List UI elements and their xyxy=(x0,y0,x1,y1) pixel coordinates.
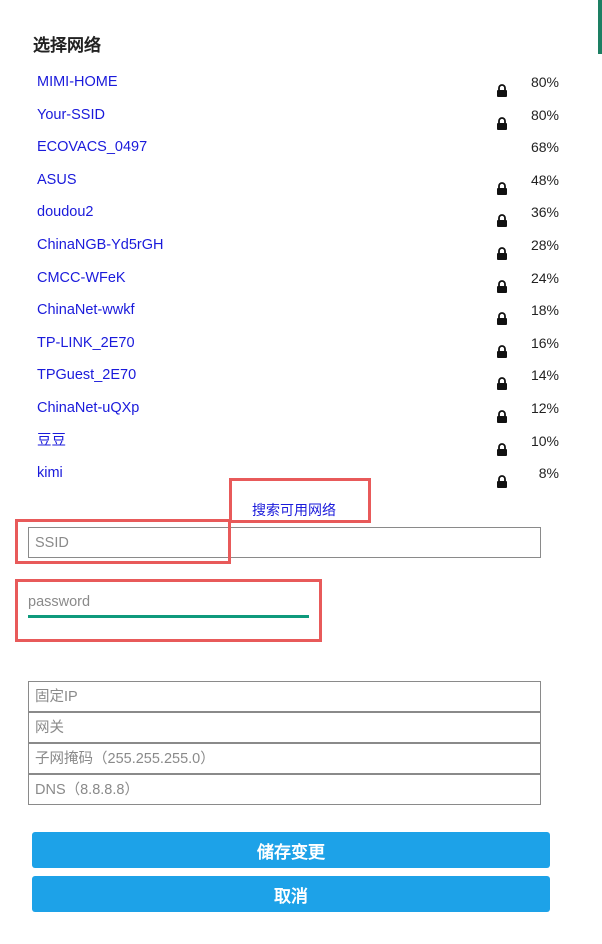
network-ssid-link[interactable]: TPGuest_2E70 xyxy=(37,359,136,392)
scan-networks-link[interactable]: 搜索可用网络 xyxy=(252,500,336,520)
network-ssid-link[interactable]: Your-SSID xyxy=(37,99,105,132)
network-item[interactable]: CMCC-WFeK 24% xyxy=(37,262,559,295)
network-ssid-link[interactable]: ASUS xyxy=(37,164,77,197)
gateway-input[interactable] xyxy=(28,712,541,743)
cancel-button[interactable]: 取消 xyxy=(32,876,550,912)
network-ssid-link[interactable]: MIMI-HOME xyxy=(37,66,118,99)
network-item[interactable]: ECOVACS_0497 68% xyxy=(37,131,559,164)
page-title: 选择网络 xyxy=(33,36,101,55)
signal-strength: 36% xyxy=(530,204,559,221)
lock-icon xyxy=(496,175,508,195)
scroll-indicator xyxy=(598,0,602,54)
network-item[interactable]: TPGuest_2E70 14% xyxy=(37,359,559,392)
network-ssid-link[interactable]: ChinaNGB-Yd5rGH xyxy=(37,229,164,262)
network-ssid-link[interactable]: TP-LINK_2E70 xyxy=(37,327,135,360)
signal-strength: 16% xyxy=(530,334,559,351)
network-item[interactable]: ChinaNet-wwkf 18% xyxy=(37,294,559,327)
network-ssid-link[interactable]: CMCC-WFeK xyxy=(37,262,126,295)
network-ssid-link[interactable]: ChinaNet-wwkf xyxy=(37,294,135,327)
lock-icon xyxy=(496,305,508,326)
network-item[interactable]: TP-LINK_2E70 16% xyxy=(37,327,559,360)
network-item[interactable]: doudou2 36% xyxy=(37,196,559,229)
lock-icon xyxy=(496,436,508,456)
signal-strength: 12% xyxy=(530,399,559,416)
signal-strength: 18% xyxy=(530,302,559,319)
signal-strength: 10% xyxy=(530,432,559,449)
highlight-box-password xyxy=(15,579,322,642)
lock-icon xyxy=(496,207,508,228)
lock-icon xyxy=(496,338,508,358)
highlight-box-ssid xyxy=(15,519,231,564)
signal-strength: 80% xyxy=(530,74,559,90)
network-ssid-link[interactable]: ChinaNet-uQXp xyxy=(37,392,139,425)
signal-strength: 24% xyxy=(530,269,559,286)
subnet-mask-input[interactable] xyxy=(28,743,541,774)
lock-icon xyxy=(496,110,508,130)
save-button[interactable]: 储存变更 xyxy=(32,832,550,868)
signal-strength: 80% xyxy=(530,106,559,123)
wifi-config-page: 选择网络 MIMI-HOME 80% Your-SSID 80% ECOVACS_049… xyxy=(0,0,602,944)
network-list: MIMI-HOME 80% Your-SSID 80% ECOVACS_0497 68% A… xyxy=(37,66,559,490)
network-ssid-link[interactable]: doudou2 xyxy=(37,196,93,229)
network-item[interactable]: ChinaNet-uQXp 12% xyxy=(37,392,559,425)
network-ssid-link[interactable]: kimi xyxy=(37,457,63,490)
lock-icon xyxy=(496,403,508,423)
signal-strength: 28% xyxy=(530,236,559,253)
lock-icon xyxy=(496,468,508,489)
network-ssid-link[interactable]: ECOVACS_0497 xyxy=(37,131,147,164)
network-ssid-link[interactable]: 豆豆 xyxy=(37,425,66,458)
lock-icon xyxy=(496,370,508,391)
signal-strength: 68% xyxy=(530,139,559,156)
signal-strength: 8% xyxy=(538,465,559,482)
lock-icon xyxy=(496,240,508,260)
network-item[interactable]: ChinaNGB-Yd5rGH 28% xyxy=(37,229,559,262)
signal-strength: 48% xyxy=(530,171,559,188)
signal-strength: 14% xyxy=(530,367,559,384)
network-item[interactable]: Your-SSID 80% xyxy=(37,99,559,132)
dns-input[interactable] xyxy=(28,774,541,805)
network-item[interactable]: ASUS 48% xyxy=(37,164,559,197)
network-item[interactable]: 豆豆 10% xyxy=(37,425,559,458)
lock-icon xyxy=(496,77,508,97)
static-ip-input[interactable] xyxy=(28,681,541,712)
network-item[interactable]: MIMI-HOME 80% xyxy=(37,66,559,99)
lock-icon xyxy=(496,273,508,293)
